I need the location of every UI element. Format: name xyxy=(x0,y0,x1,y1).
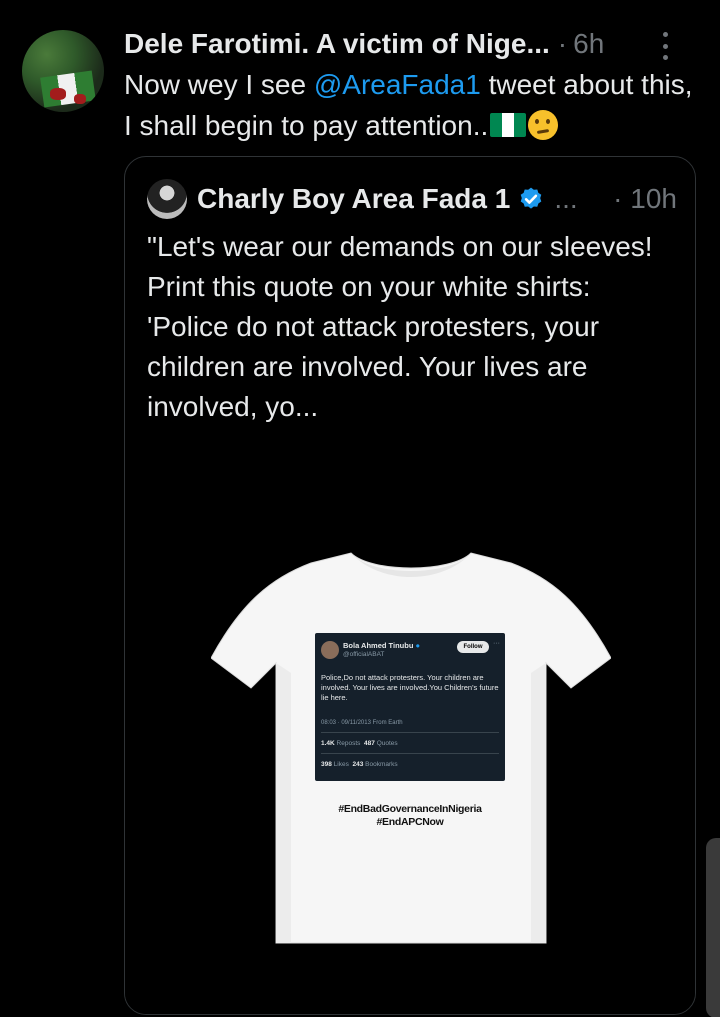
quoted-post-time: · 10h xyxy=(613,183,677,214)
embedded-tweet-text: Police,Do not attack protesters. Your ch… xyxy=(321,673,499,702)
embedded-avatar xyxy=(321,641,339,659)
quoted-post-image[interactable]: Bola Ahmed Tinubu ● @officialABAT Follow… xyxy=(125,449,695,1014)
embedded-stats-likes-bookmarks: 398 Likes 243 Bookmarks xyxy=(321,761,398,768)
embedded-stats-reposts-quotes: 1.4K Reposts 487 Quotes xyxy=(321,740,398,747)
reposts-count: 1.4K xyxy=(321,740,335,747)
embedded-author-name-text: Bola Ahmed Tinubu xyxy=(343,641,414,650)
reposts-label: Reposts xyxy=(336,740,361,747)
embedded-more-icon: ··· xyxy=(493,640,500,647)
embedded-handle: @officialABAT xyxy=(343,651,385,658)
quoted-post-text: "Let's wear our demands on our sleeves! … xyxy=(147,231,653,422)
verified-badge-icon xyxy=(521,187,542,209)
bookmarks-count: 243 xyxy=(352,761,364,768)
likes-label: Likes xyxy=(333,761,349,768)
more-options-icon[interactable] xyxy=(660,32,670,60)
quotes-label: Quotes xyxy=(376,740,398,747)
quoted-post[interactable]: Charly Boy Area Fada 1 ... · 10h "Let's … xyxy=(124,156,696,1015)
hashtag-line-2: #EndAPCNow xyxy=(376,816,444,828)
quoted-time-value: 10h xyxy=(630,183,677,214)
quoted-truncation: ... xyxy=(554,183,578,214)
hashtag-line-1: #EndBadGovernanceInNigeria xyxy=(338,803,482,815)
post-time[interactable]: 6h xyxy=(573,28,604,60)
embedded-author-name: Bola Ahmed Tinubu ● xyxy=(343,641,420,650)
quoted-post-header: Charly Boy Area Fada 1 ... · 10h xyxy=(147,179,677,219)
mention-link[interactable]: @AreaFada1 xyxy=(314,69,481,100)
post-header: Dele Farotimi. A victim of Nige... · 6h xyxy=(124,24,684,64)
quoted-author-avatar xyxy=(147,179,187,219)
avatar-red-mark xyxy=(50,88,66,100)
separator-dot: · xyxy=(557,28,568,59)
avatar-red-mark xyxy=(74,94,86,104)
divider xyxy=(321,753,499,754)
quoted-author-name: Charly Boy Area Fada 1 xyxy=(197,183,511,214)
post-text: Now wey I see @AreaFada1 tweet about thi… xyxy=(124,64,704,146)
embedded-tweet-screenshot: Bola Ahmed Tinubu ● @officialABAT Follow… xyxy=(315,633,505,781)
thinking-face-icon xyxy=(528,110,559,140)
scroll-handle[interactable] xyxy=(706,838,720,1017)
post-text-start: Now wey I see xyxy=(124,69,314,100)
likes-count: 398 xyxy=(321,761,332,768)
quotes-count: 487 xyxy=(364,740,375,747)
bookmarks-label: Bookmarks xyxy=(365,761,398,768)
author-avatar[interactable] xyxy=(22,30,104,112)
embedded-tweet-date: 08:03 · 09/11/2013 From Earth xyxy=(321,720,403,726)
embedded-verified-icon: ● xyxy=(415,641,421,650)
avatar-flag-graphic xyxy=(40,70,96,108)
nigeria-flag-icon xyxy=(490,113,527,137)
embedded-follow-button: Follow xyxy=(457,641,489,653)
author-name[interactable]: Dele Farotimi. A victim of Nige... xyxy=(124,28,550,60)
divider xyxy=(321,732,499,733)
shirt-hashtags: #EndBadGovernanceInNigeria #EndAPCNow xyxy=(275,803,545,829)
